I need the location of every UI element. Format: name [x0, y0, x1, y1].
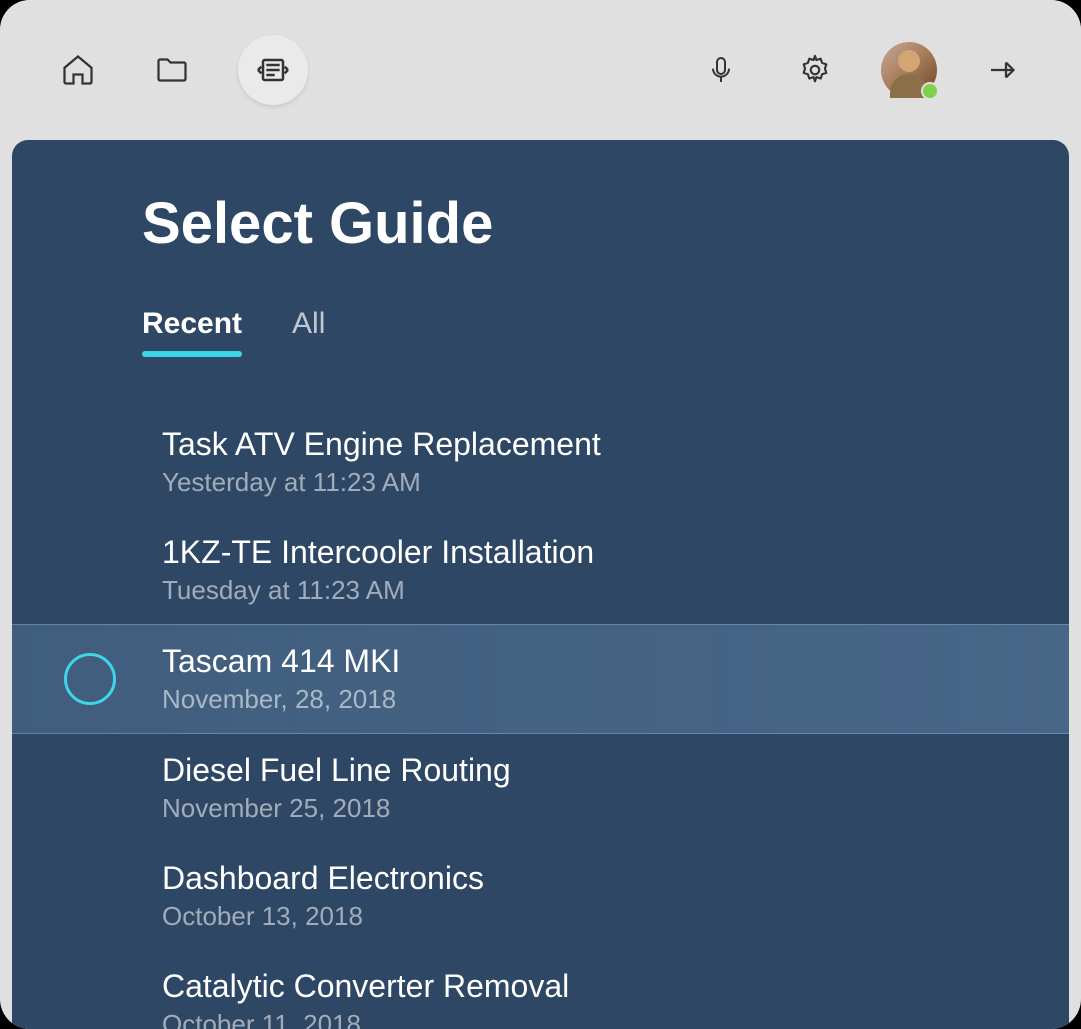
folder-button[interactable]	[144, 42, 200, 98]
guide-date: Yesterday at 11:23 AM	[162, 467, 939, 498]
select-guide-panel: Select Guide Recent All Task ATV Engine …	[12, 140, 1069, 1029]
list-item[interactable]: Task ATV Engine Replacement Yesterday at…	[12, 408, 1069, 516]
radio-indicator	[64, 653, 116, 705]
status-online-dot	[921, 82, 939, 100]
guide-list: Task ATV Engine Replacement Yesterday at…	[12, 408, 1069, 1029]
toolbar-left	[50, 35, 308, 105]
tab-recent[interactable]: Recent	[142, 307, 242, 353]
pin-button[interactable]	[975, 42, 1031, 98]
guide-button[interactable]	[238, 35, 308, 105]
list-item[interactable]: Tascam 414 MKI November, 28, 2018	[12, 624, 1069, 734]
mic-button[interactable]	[693, 42, 749, 98]
home-button[interactable]	[50, 42, 106, 98]
guide-title: 1KZ-TE Intercooler Installation	[162, 534, 939, 571]
guide-title: Diesel Fuel Line Routing	[162, 752, 939, 789]
guide-date: Tuesday at 11:23 AM	[162, 575, 939, 606]
page-title: Select Guide	[142, 190, 939, 257]
home-icon	[60, 52, 96, 88]
folder-icon	[154, 52, 190, 88]
panel-header: Select Guide Recent All	[12, 190, 1069, 353]
settings-button[interactable]	[787, 42, 843, 98]
pin-icon	[985, 52, 1021, 88]
guide-title: Catalytic Converter Removal	[162, 968, 939, 1005]
app-window: Select Guide Recent All Task ATV Engine …	[0, 0, 1081, 1029]
guide-date: October 11, 2018	[162, 1009, 939, 1029]
guide-date: November 25, 2018	[162, 793, 939, 824]
guide-date: November, 28, 2018	[162, 684, 939, 715]
list-item[interactable]: 1KZ-TE Intercooler Installation Tuesday …	[12, 516, 1069, 624]
tab-all[interactable]: All	[292, 307, 325, 353]
guide-date: October 13, 2018	[162, 901, 939, 932]
guide-title: Dashboard Electronics	[162, 860, 939, 897]
list-item[interactable]: Dashboard Electronics October 13, 2018	[12, 842, 1069, 950]
microphone-icon	[705, 54, 737, 86]
guide-title: Tascam 414 MKI	[162, 643, 939, 680]
list-item[interactable]: Catalytic Converter Removal October 11, …	[12, 950, 1069, 1029]
guide-icon	[253, 50, 293, 90]
guide-title: Task ATV Engine Replacement	[162, 426, 939, 463]
toolbar-right	[693, 42, 1031, 98]
list-item[interactable]: Diesel Fuel Line Routing November 25, 20…	[12, 734, 1069, 842]
user-avatar[interactable]	[881, 42, 937, 98]
tab-bar: Recent All	[142, 307, 939, 353]
gear-icon	[798, 53, 832, 87]
toolbar	[0, 0, 1081, 140]
